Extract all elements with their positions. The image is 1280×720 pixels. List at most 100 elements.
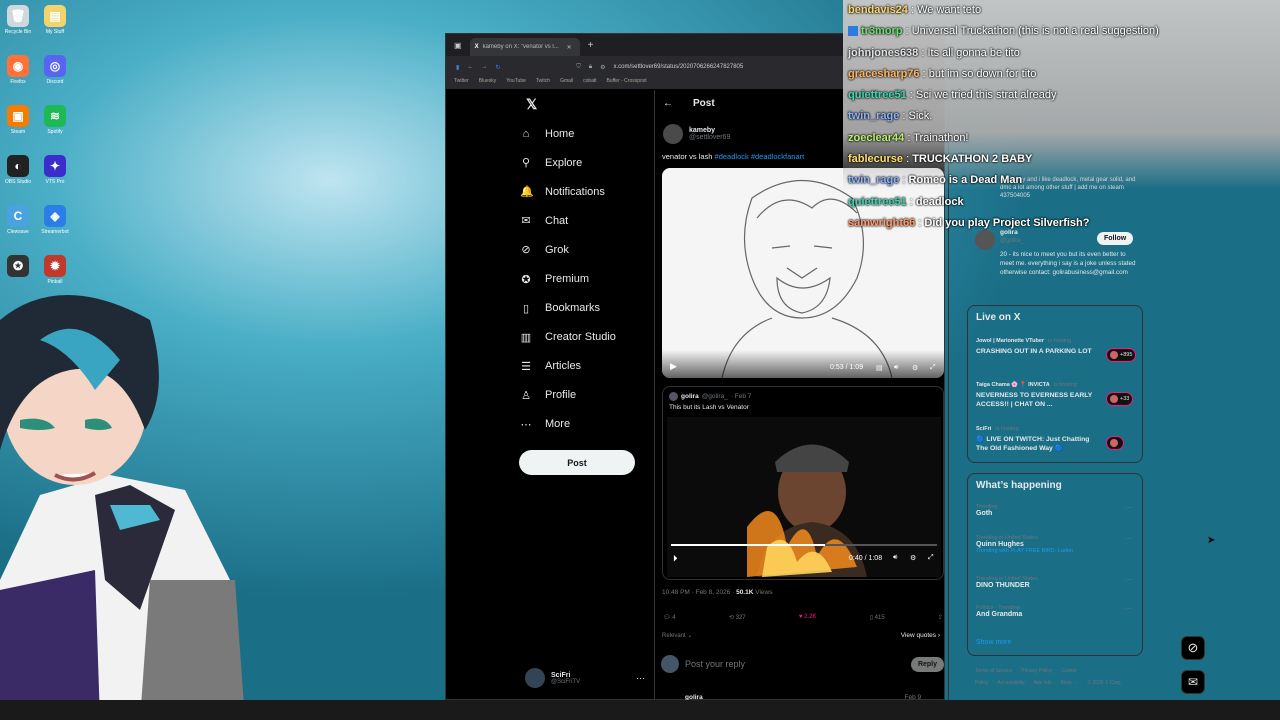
bookmark-item[interactable]: Bluesky <box>479 78 497 89</box>
nav-item-chat[interactable]: ✉ Chat <box>520 206 616 235</box>
settings-icon[interactable]: ⚙ <box>912 364 918 372</box>
post-author-name[interactable]: kameby <box>689 127 730 134</box>
repost-action[interactable]: ⟲ 327 <box>729 614 746 621</box>
nav-item-articles[interactable]: ☰ Articles <box>520 352 616 381</box>
nav-item-creator-studio[interactable]: ▥ Creator Studio <box>520 323 616 352</box>
nav-item-more[interactable]: ⋯ More <box>520 410 616 439</box>
trend-item[interactable]: Politics · Trending And Grandma ⋯ <box>976 605 1136 618</box>
account-switcher[interactable]: SciFri @SciFriTV ⋯ <box>525 668 645 688</box>
reply-action[interactable]: 💬︎ 4 <box>663 614 676 621</box>
nav-item-grok[interactable]: ⊘ Grok <box>520 235 616 264</box>
bookmark-action[interactable]: ▯ 415 <box>870 614 885 621</box>
trend-item[interactable]: Trending Goth ⋯ <box>976 504 1136 517</box>
fullscreen-icon[interactable]: ⤢ <box>928 554 934 562</box>
footer-link[interactable]: Accessibility <box>997 680 1024 686</box>
browser-tab-active[interactable]: X kameby on X: "venator vs l... ✕ <box>469 38 580 56</box>
sort-relevant[interactable]: Relevant ⌄ <box>662 632 692 639</box>
desktop-shortcut[interactable]: ✪ <box>0 255 36 279</box>
footer-link[interactable]: Privacy Policy <box>1021 668 1052 674</box>
tab-manager-icon[interactable]: ▣ <box>454 41 462 50</box>
more-options-icon[interactable]: ⋯ <box>636 673 645 684</box>
play-icon[interactable]: ▶ <box>670 361 677 372</box>
new-tab-icon[interactable]: + <box>588 40 594 51</box>
fullscreen-icon[interactable]: ⤢ <box>930 364 936 372</box>
live-broadcast-item[interactable]: SciFri is hosting 🔵 LIVE ON TWITCH: Just C… <box>976 426 1136 453</box>
bookmark-item[interactable]: Twitch <box>536 78 550 89</box>
back-icon[interactable]: ← <box>467 64 473 70</box>
footer-link[interactable]: Ads info <box>1034 680 1052 686</box>
footer-link[interactable]: More ··· <box>1061 680 1079 686</box>
share-icon[interactable]: ⇪ <box>938 614 943 621</box>
nav-item-bookmarks[interactable]: ▯ Bookmarks <box>520 294 616 323</box>
nav-item-label: Articles <box>545 360 582 373</box>
settings-icon[interactable]: ⚙ <box>910 554 916 562</box>
reply-button[interactable]: Reply <box>910 656 944 672</box>
close-tab-icon[interactable]: ✕ <box>567 44 572 51</box>
live-broadcast-item[interactable]: Jowol | Marionette VTuber is hosting CRASH… <box>976 338 1137 362</box>
more-options-icon[interactable]: ⋯ <box>1125 504 1132 512</box>
desktop-shortcut[interactable]: ◈ Streamerbot <box>37 205 73 235</box>
bookmark-item[interactable]: YouTube <box>506 78 526 89</box>
grok-icon[interactable]: ⊘ <box>1181 636 1205 660</box>
reload-icon[interactable]: ↻ <box>495 64 500 71</box>
bookmark-count: 415 <box>874 615 885 621</box>
shield-icon[interactable]: ⛉ <box>576 64 581 71</box>
play-icon[interactable]: ⏵ <box>673 553 678 564</box>
desktop-shortcut[interactable]: ◐ OBS Studio <box>0 155 36 185</box>
discord-icon: ◎ <box>44 55 66 77</box>
trend-name: And Grandma <box>976 611 1023 618</box>
avatar[interactable] <box>663 124 683 144</box>
reply-input[interactable]: Post your reply <box>685 659 905 669</box>
bookmark-item[interactable]: cobalt <box>583 78 596 89</box>
nav-item-premium[interactable]: ✪ Premium <box>520 264 616 293</box>
quote-handle: @golira_ <box>701 393 728 400</box>
chat-separator: : <box>907 4 918 16</box>
messages-icon[interactable]: ✉ <box>1181 670 1205 694</box>
desktop-shortcut[interactable]: ≋ Spotify <box>37 105 73 135</box>
desktop-shortcut[interactable]: ▣ Steam <box>0 105 36 135</box>
view-quotes-link[interactable]: View quotes › <box>901 632 940 639</box>
footer-link[interactable]: Terms of Service <box>975 668 1012 674</box>
lock-icon[interactable]: 🔒︎ <box>589 64 592 71</box>
chat-username: zoeclear44 <box>848 131 905 144</box>
sidebar-toggle-icon[interactable]: ▮ <box>456 64 459 71</box>
nav-item-profile[interactable]: ♙ Profile <box>520 381 616 410</box>
desktop-shortcut[interactable]: ▤ My Stuff <box>37 5 73 35</box>
captions-icon[interactable]: ▤ <box>876 364 883 372</box>
desktop-shortcut[interactable]: ◎ Discord <box>37 55 73 85</box>
forward-icon[interactable]: → <box>481 64 487 70</box>
show-more-link[interactable]: Show more <box>976 639 1011 646</box>
like-action[interactable]: ♥ 2.2K <box>799 614 817 621</box>
desktop-shortcut[interactable]: C Clewsave <box>0 205 36 235</box>
bookmark-item[interactable]: Gmail <box>560 78 573 89</box>
nav-item-notifications[interactable]: 🔔 Notifications <box>520 177 616 206</box>
trend-item[interactable]: Trending in United States DINO THUNDER ⋯ <box>976 576 1136 589</box>
bookmark-item[interactable]: Buffer - Crosspost <box>606 78 646 89</box>
chat-separator: : <box>904 131 914 144</box>
chat-message: samwright66 : Did you play Project Silve… <box>843 213 1280 234</box>
back-arrow-icon[interactable]: ← <box>663 98 673 109</box>
desktop-shortcut[interactable]: 🗑 Recycle Bin <box>0 5 36 35</box>
volume-icon[interactable]: 🔊︎ <box>894 364 898 372</box>
more-options-icon[interactable]: ⋯ <box>1125 576 1132 584</box>
post-button[interactable]: Post <box>519 450 635 475</box>
quoted-post[interactable]: golira @golira_ · Feb 7 This but its Las… <box>662 386 944 580</box>
volume-icon[interactable]: 🔊︎ <box>893 554 897 562</box>
video-player-2[interactable]: ⏵ 0:40 / 1:08 🔊︎ ⚙ ⤢ <box>667 417 941 577</box>
more-options-icon[interactable]: ⋯ <box>1125 605 1132 613</box>
footer-link[interactable]: © 2026 X Corp. <box>1087 680 1122 686</box>
more-options-icon[interactable]: ⋯ <box>1125 535 1132 543</box>
site-settings-icon[interactable]: ⚙ <box>600 64 605 71</box>
desktop-shortcut[interactable]: ✦ VTS Pro <box>37 155 73 185</box>
post-hashtags[interactable]: #deadlock #deadlockfanart <box>715 152 805 161</box>
live-broadcast-item[interactable]: Taiga Chama 🌸 📍 INVICTA is hosting NEVERNE… <box>976 382 1136 409</box>
left-nav: ⌂ Home ⚲ Explore 🔔 Notifications ✉ Chat ⊘ Grok ✪ Pr… <box>520 119 616 439</box>
desktop-shortcut-label: My Stuff <box>45 29 65 35</box>
nav-item-home[interactable]: ⌂ Home <box>520 119 616 148</box>
desktop-shortcut-label: Firefox <box>10 79 26 85</box>
x-logo-icon[interactable]: 𝕏 <box>526 96 537 113</box>
nav-item-explore[interactable]: ⚲ Explore <box>520 148 616 177</box>
desktop-shortcut[interactable]: ◉ Firefox <box>0 55 36 85</box>
bookmark-item[interactable]: Twitter <box>454 78 469 89</box>
trend-item[interactable]: Trending in United States Quinn Hughes Tre… <box>976 535 1136 554</box>
